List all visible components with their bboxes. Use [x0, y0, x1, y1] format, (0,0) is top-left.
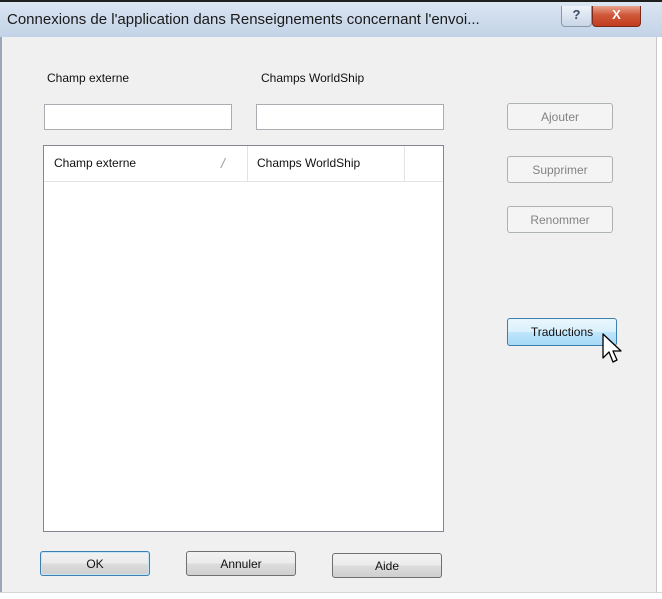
help-button[interactable]: Aide: [332, 553, 442, 578]
question-mark-icon: ?: [572, 7, 581, 22]
window-title: Connexions de l'application dans Renseig…: [7, 11, 480, 28]
ok-button[interactable]: OK: [40, 551, 150, 576]
worldship-field-label: Champs WorldShip: [261, 71, 365, 85]
external-field-label: Champ externe: [47, 71, 130, 85]
column-header-worldship[interactable]: Champs WorldShip: [257, 146, 360, 181]
window-bottom-edge: [0, 592, 662, 593]
mouse-pointer-icon: [602, 333, 622, 363]
column-divider[interactable]: [404, 146, 405, 181]
delete-button[interactable]: Supprimer: [507, 156, 613, 183]
rename-button[interactable]: Renommer: [507, 206, 613, 233]
mapping-list[interactable]: Champ externe / Champs WorldShip: [43, 145, 444, 532]
close-icon: X: [612, 7, 621, 22]
worldship-field-input[interactable]: [256, 104, 444, 130]
column-header-external[interactable]: Champ externe: [54, 146, 136, 181]
window-left-edge: [0, 37, 2, 592]
help-title-button[interactable]: ?: [561, 6, 592, 27]
cancel-button[interactable]: Annuler: [186, 551, 296, 576]
external-field-input[interactable]: [44, 104, 232, 130]
close-button[interactable]: X: [592, 6, 641, 27]
column-divider[interactable]: [247, 146, 248, 181]
title-bar[interactable]: Connexions de l'application dans Renseig…: [0, 2, 662, 37]
list-header: Champ externe / Champs WorldShip: [44, 146, 443, 182]
sort-indicator-icon: /: [221, 155, 225, 171]
add-button[interactable]: Ajouter: [507, 103, 613, 130]
